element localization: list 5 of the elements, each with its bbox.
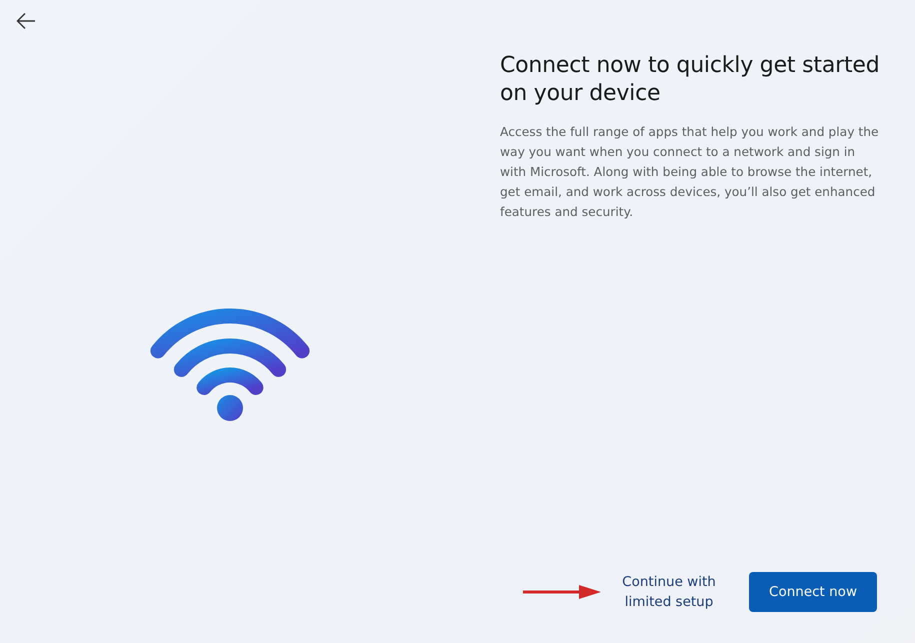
page-title: Connect now to quickly get started on your device xyxy=(500,52,880,108)
connect-now-button[interactable]: Connect now xyxy=(749,572,877,612)
limited-setup-link[interactable]: Continue with limited setup xyxy=(607,572,731,612)
back-arrow-icon xyxy=(16,12,36,30)
description-text: Access the full range of apps that help you work and play the way you want when you connect to a network and sign in with Microsoft. Along with being able to browse the internet, get email, and work across devices, you’ll also get enhanced features and security. xyxy=(500,124,880,221)
